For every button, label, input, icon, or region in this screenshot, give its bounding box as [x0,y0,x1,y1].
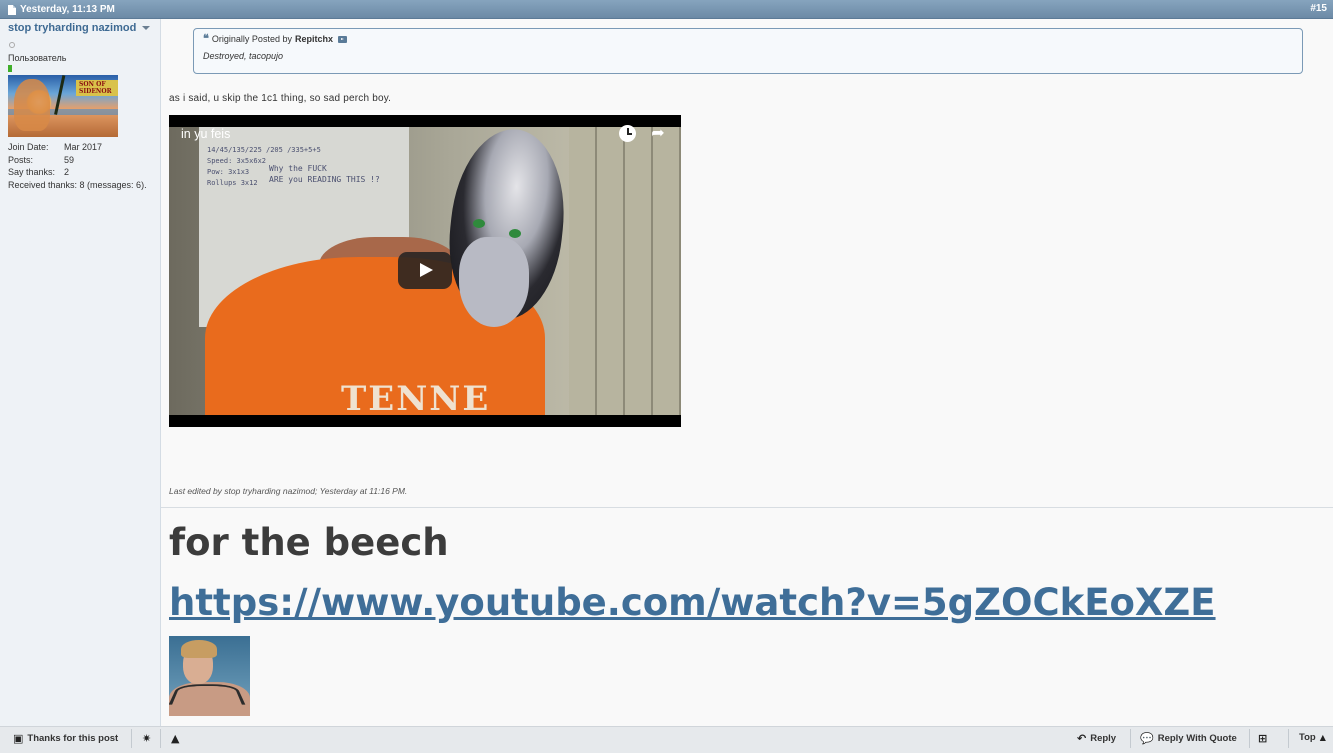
reply-button[interactable]: ↶ Reply [1077,732,1116,745]
stat-label: Say thanks: [8,167,56,177]
post-number-link[interactable]: #15 [1310,3,1327,14]
star-button[interactable]: ✷ [142,732,151,745]
mask-eye [473,219,485,228]
stat-say-thanks: Say thanks: 2 [8,166,152,179]
reply-arrow-icon: ↶ [1077,732,1087,745]
quote-header: ❝ Originally Posted by Repitchx [203,32,1293,45]
shelf [569,127,681,415]
video-embed[interactable]: 14/45/135/225 /205 /335+5+5 Speed: 3x5x6… [169,115,681,427]
signature-title: for the beech [169,521,449,564]
shirt-print: TENNE [341,379,491,415]
stat-label: Posts: [8,154,34,165]
warning-icon: ▲ [171,732,180,745]
post-document-icon [8,4,16,15]
multiquote-button[interactable]: ⊞ [1258,732,1267,745]
avatar-figure [14,79,50,131]
edited-note: Last edited by stop tryharding nazimod; … [169,486,408,496]
reply-with-quote-button[interactable]: 💬 Reply With Quote [1140,732,1237,745]
username-text: stop tryharding nazimod [8,22,137,34]
post-header: Yesterday, 11:13 PM #15 [0,0,1333,19]
quote-prefix: Originally Posted by [211,34,292,44]
stat-value: Mar 2017 [64,142,103,152]
stat-posts: Posts: 59 [8,154,152,167]
footer-separator [1130,729,1131,748]
arrow-up-icon: ▲ [1319,733,1326,742]
quote-block: ❝ Originally Posted by Repitchx Destroye… [193,28,1303,74]
watch-later-icon[interactable] [619,125,636,142]
reply-label: Reply [1090,733,1117,744]
top-button[interactable]: Top ▲ [1299,732,1326,743]
user-info-panel: stop tryharding nazimod Пользователь SON… [0,19,161,726]
stat-label: Join Date: [8,142,49,152]
view-post-icon[interactable] [337,35,347,43]
whiteboard-text-2: Why the FUCK ARE you READING THIS !? [269,164,380,184]
quote-text: Destroyed, tacopujo [203,51,284,61]
thanks-button[interactable]: ▣ Thanks for this post [13,732,118,745]
multiquote-icon: ⊞ [1258,732,1268,745]
chevron-down-icon [142,26,151,30]
stat-value: 2 [64,167,70,177]
footer-separator [1288,729,1289,748]
mask-mouth [459,237,529,327]
thumbs-up-icon: ▣ [13,732,24,745]
quote-author: Repitchx [294,34,333,44]
reply-quote-label: Reply With Quote [1157,733,1237,744]
mask-eye [509,229,521,238]
signature-divider [161,507,1333,508]
footer-separator [160,729,161,748]
post-date-text: Yesterday, 11:13 PM [20,4,115,15]
avatar[interactable]: SON OF SIDENOR [8,75,118,137]
footer-separator [131,729,132,748]
stat-join-date: Join Date: Mar 2017 [8,141,152,154]
reputation-bar [8,65,12,72]
user-title: Пользователь [8,53,67,63]
stat-value: 59 [64,154,75,165]
message-text: as i said, u skip the 1c1 thing, so sad … [169,93,392,104]
video-title[interactable]: in yu feis [181,127,230,141]
signature-image [169,636,250,716]
report-button[interactable]: ▲ [171,732,179,745]
footer-separator [1249,729,1250,748]
signature-link[interactable]: https://www.youtube.com/watch?v=5gZOCkEo… [169,581,1216,624]
share-icon[interactable]: ➦ [649,125,667,141]
thanks-label: Thanks for this post [27,733,119,744]
quote-icon: ❝ [203,32,209,45]
top-label: Top [1299,732,1316,743]
avatar-caption: SON OF SIDENOR [76,80,118,96]
star-icon: ✷ [142,732,152,745]
post-date: Yesterday, 11:13 PM [8,4,115,15]
play-button-icon[interactable] [398,252,452,289]
username-menu[interactable]: stop tryharding nazimod [8,22,152,34]
stat-received-thanks: Received thanks: 8 (messages: 6). [8,179,147,190]
user-stats: Join Date: Mar 2017 Posts: 59 Say thanks… [8,141,152,191]
post-footer: ▣ Thanks for this post ✷ ▲ ↶ Reply 💬 Rep… [0,726,1333,753]
quote-bubble-icon: 💬 [1140,732,1154,745]
sig-hair [181,640,217,658]
offline-status-icon [9,42,15,48]
sig-hanger [169,684,246,705]
post-content: ❝ Originally Posted by Repitchx Destroye… [161,19,1333,726]
